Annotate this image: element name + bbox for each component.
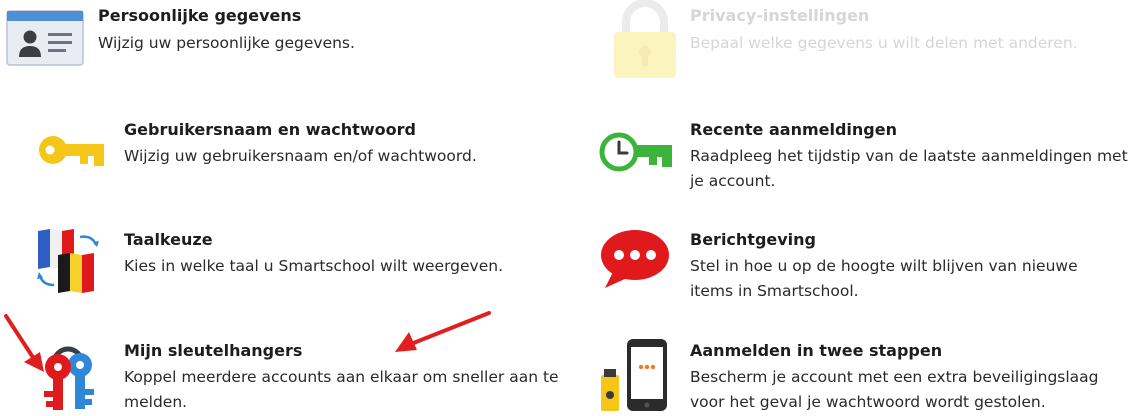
flags-icon bbox=[34, 227, 110, 299]
tile-privacy-settings: Privacy-instellingen Bepaal welke gegeve… bbox=[600, 0, 1142, 85]
key-icon bbox=[38, 132, 108, 172]
tile-description: Stel in hoe u op de hoogte wilt blijven … bbox=[690, 257, 1078, 300]
tile-title: Aanmelden in twee stappen bbox=[690, 341, 943, 360]
tile-title: Gebruikersnaam en wachtwoord bbox=[124, 120, 416, 139]
tile-description: Wijzig uw persoonlijke gegevens. bbox=[98, 34, 355, 52]
clock-key-icon bbox=[599, 132, 675, 176]
chat-bubble-icon bbox=[599, 228, 671, 294]
id-card-icon bbox=[6, 10, 84, 70]
tile-description: Koppel meerdere accounts aan elkaar om s… bbox=[124, 368, 559, 411]
tile-description: Wijzig uw gebruikersnaam en/of wachtwoor… bbox=[124, 147, 477, 165]
tile-keychains[interactable]: Mijn sleutelhangers Koppel meerdere acco… bbox=[0, 333, 580, 412]
tile-title: Taalkeuze bbox=[124, 230, 213, 249]
tile-title: Berichtgeving bbox=[690, 230, 817, 249]
tile-description: Bepaal welke gegevens u wilt delen met a… bbox=[690, 34, 1078, 52]
tile-username-password[interactable]: Gebruikersnaam en wachtwoord Wijzig uw g… bbox=[0, 112, 580, 192]
tile-title: Privacy-instellingen bbox=[690, 6, 870, 25]
tile-personal-details[interactable]: Persoonlijke gegevens Wijzig uw persoonl… bbox=[0, 0, 560, 80]
keychain-icon bbox=[36, 333, 106, 416]
lock-icon bbox=[612, 0, 678, 84]
tile-title: Recente aanmeldingen bbox=[690, 120, 897, 139]
tile-notifications[interactable]: Berichtgeving Stel in hoe u op de hoogte… bbox=[595, 222, 1142, 307]
tile-recent-logins[interactable]: Recente aanmeldingen Raadpleeg het tijds… bbox=[595, 112, 1142, 197]
tile-description: Kies in welke taal u Smartschool wilt we… bbox=[124, 257, 504, 275]
tile-title: Persoonlijke gegevens bbox=[98, 6, 302, 25]
phone-usb-icon bbox=[599, 337, 673, 416]
tile-title: Mijn sleutelhangers bbox=[124, 341, 303, 360]
tile-description: Bescherm je account met een extra beveil… bbox=[690, 368, 1099, 411]
tile-language[interactable]: Taalkeuze Kies in welke taal u Smartscho… bbox=[0, 222, 580, 302]
tile-description: Raadpleeg het tijdstip van de laatste aa… bbox=[690, 147, 1128, 190]
tile-two-step-login[interactable]: Aanmelden in twee stappen Bescherm je ac… bbox=[595, 333, 1142, 412]
